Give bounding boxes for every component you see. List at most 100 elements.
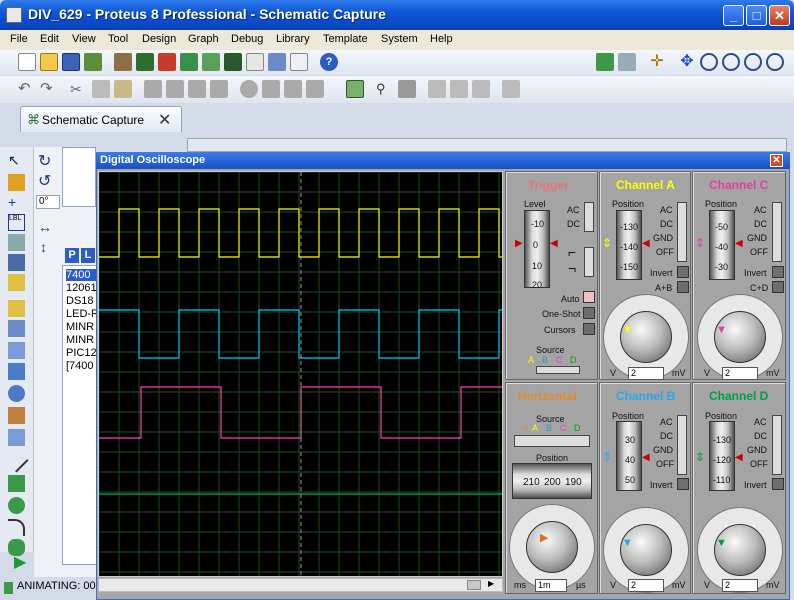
channel-b-coupling-switch[interactable] <box>677 415 687 475</box>
bus-icon[interactable] <box>8 254 25 271</box>
line-icon[interactable] <box>4 448 29 473</box>
remove-sheet-icon[interactable] <box>450 80 468 98</box>
channel-c-volts-field[interactable]: 2 <box>722 367 758 380</box>
block-move-icon[interactable] <box>166 80 184 98</box>
virtual-instrument-icon[interactable] <box>8 429 25 446</box>
channel-d-coupling-switch[interactable] <box>772 415 782 475</box>
graph-icon[interactable] <box>8 342 25 359</box>
list-item[interactable]: MINR <box>66 334 98 346</box>
text-script-icon[interactable] <box>8 234 25 251</box>
channel-c-volts-knob[interactable] <box>714 311 766 363</box>
new-sheet-icon[interactable] <box>428 80 446 98</box>
rotate-anticlockwise-icon[interactable]: ↺ <box>38 171 51 191</box>
block-copy-icon[interactable] <box>144 80 162 98</box>
mirror-vertical-icon[interactable]: ↕ <box>40 239 47 255</box>
menu-tool[interactable]: Tool <box>108 33 128 45</box>
list-item[interactable]: DS18 <box>66 295 98 307</box>
home-icon[interactable] <box>114 53 132 71</box>
menu-help[interactable]: Help <box>430 33 453 45</box>
list-item[interactable]: PIC12 <box>66 347 98 359</box>
menu-template[interactable]: Template <box>323 33 368 45</box>
3d-icon[interactable] <box>202 53 220 71</box>
channel-a-volts-knob[interactable] <box>620 311 672 363</box>
list-item[interactable]: LED-R <box>66 308 98 320</box>
channel-b-volts-knob[interactable] <box>620 524 672 576</box>
zoom-all-icon[interactable] <box>744 53 762 71</box>
import-icon[interactable] <box>84 53 102 71</box>
channel-a-combo-button[interactable] <box>677 281 689 293</box>
circle-icon[interactable] <box>8 497 25 514</box>
zoom-out-icon[interactable] <box>722 53 740 71</box>
list-item[interactable]: 12061 <box>66 282 98 294</box>
probe-icon[interactable] <box>8 407 25 424</box>
block-delete-icon[interactable] <box>210 80 228 98</box>
channel-c-combo-button[interactable] <box>772 281 784 293</box>
bom-icon[interactable] <box>246 53 264 71</box>
channel-d-invert-button[interactable] <box>772 478 784 490</box>
refresh-icon[interactable] <box>596 53 614 71</box>
component-mode-icon[interactable] <box>8 174 25 191</box>
redo-icon[interactable]: ↷ <box>40 80 58 98</box>
trigger-one-shot-button[interactable] <box>583 307 595 319</box>
close-button[interactable]: ✕ <box>769 5 790 26</box>
box-icon[interactable] <box>8 475 25 492</box>
save-icon[interactable] <box>62 53 80 71</box>
menu-system[interactable]: System <box>381 33 418 45</box>
packaging-icon[interactable] <box>284 80 302 98</box>
arc-icon[interactable] <box>8 519 25 536</box>
menu-library[interactable]: Library <box>276 33 310 45</box>
scroll-thumb[interactable] <box>467 580 481 590</box>
electrical-rules-icon[interactable] <box>502 80 520 98</box>
rotation-angle-field[interactable]: 0° <box>36 195 60 209</box>
selection-mode-icon[interactable]: ↖ <box>8 152 25 169</box>
channel-c-coupling-switch[interactable] <box>772 202 782 262</box>
pan-icon[interactable]: ✥ <box>678 53 696 71</box>
pick-devices-button[interactable]: P <box>65 248 79 263</box>
search-icon[interactable]: ⚲ <box>376 80 394 98</box>
gerber-icon[interactable] <box>224 53 242 71</box>
overview-window[interactable] <box>62 147 96 207</box>
menu-edit[interactable]: Edit <box>40 33 59 45</box>
screen-horizontal-scrollbar[interactable]: ▶ <box>98 578 503 592</box>
channel-c-invert-button[interactable] <box>772 266 784 278</box>
wire-label-icon[interactable]: LBL <box>8 214 25 231</box>
goto-sheet-icon[interactable] <box>472 80 490 98</box>
wire-autorouter-icon[interactable] <box>346 80 364 98</box>
make-device-icon[interactable] <box>262 80 280 98</box>
maximize-button[interactable]: □ <box>746 5 767 26</box>
channel-d-volts-knob[interactable] <box>714 524 766 576</box>
menu-design[interactable]: Design <box>142 33 176 45</box>
trigger-auto-button[interactable] <box>583 291 595 303</box>
menu-debug[interactable]: Debug <box>231 33 263 45</box>
channel-d-volts-field[interactable]: 2 <box>722 579 758 592</box>
menu-graph[interactable]: Graph <box>188 33 219 45</box>
library-manager-button[interactable]: L <box>81 248 95 263</box>
cut-icon[interactable]: ✂ <box>70 80 88 98</box>
open-folder-icon[interactable] <box>40 53 58 71</box>
oscilloscope-close-button[interactable]: ✕ <box>770 154 783 167</box>
list-item[interactable]: [7400 <box>66 360 98 372</box>
trigger-cursors-button[interactable] <box>583 323 595 335</box>
pick-device-icon[interactable] <box>240 80 258 98</box>
list-item[interactable]: 7400 <box>66 269 98 281</box>
device-list[interactable]: P L 7400 12061 DS18 LED-R MINR MINR PIC1… <box>62 248 98 565</box>
play-back-icon[interactable] <box>180 53 198 71</box>
zoom-in-icon[interactable] <box>700 53 718 71</box>
schematic-icon[interactable] <box>136 53 154 71</box>
play-icon[interactable]: ▶ <box>14 552 36 572</box>
timebase-field[interactable]: 1m <box>535 579 567 592</box>
tab-close-icon[interactable]: ✕ <box>158 110 171 130</box>
channel-a-invert-button[interactable] <box>677 266 689 278</box>
menu-file[interactable]: File <box>10 33 28 45</box>
copy-icon[interactable] <box>92 80 110 98</box>
property-tool-icon[interactable] <box>398 80 416 98</box>
zoom-area-icon[interactable] <box>766 53 784 71</box>
list-item[interactable]: MINR <box>66 321 98 333</box>
tape-recorder-icon[interactable] <box>8 363 25 380</box>
generator-icon[interactable] <box>8 385 25 402</box>
scroll-right-icon[interactable]: ▶ <box>488 579 494 588</box>
channel-a-volts-field[interactable]: 2 <box>628 367 664 380</box>
timebase-knob[interactable] <box>526 521 578 573</box>
notes-icon[interactable] <box>290 53 308 71</box>
help-icon[interactable]: ? <box>320 53 338 71</box>
